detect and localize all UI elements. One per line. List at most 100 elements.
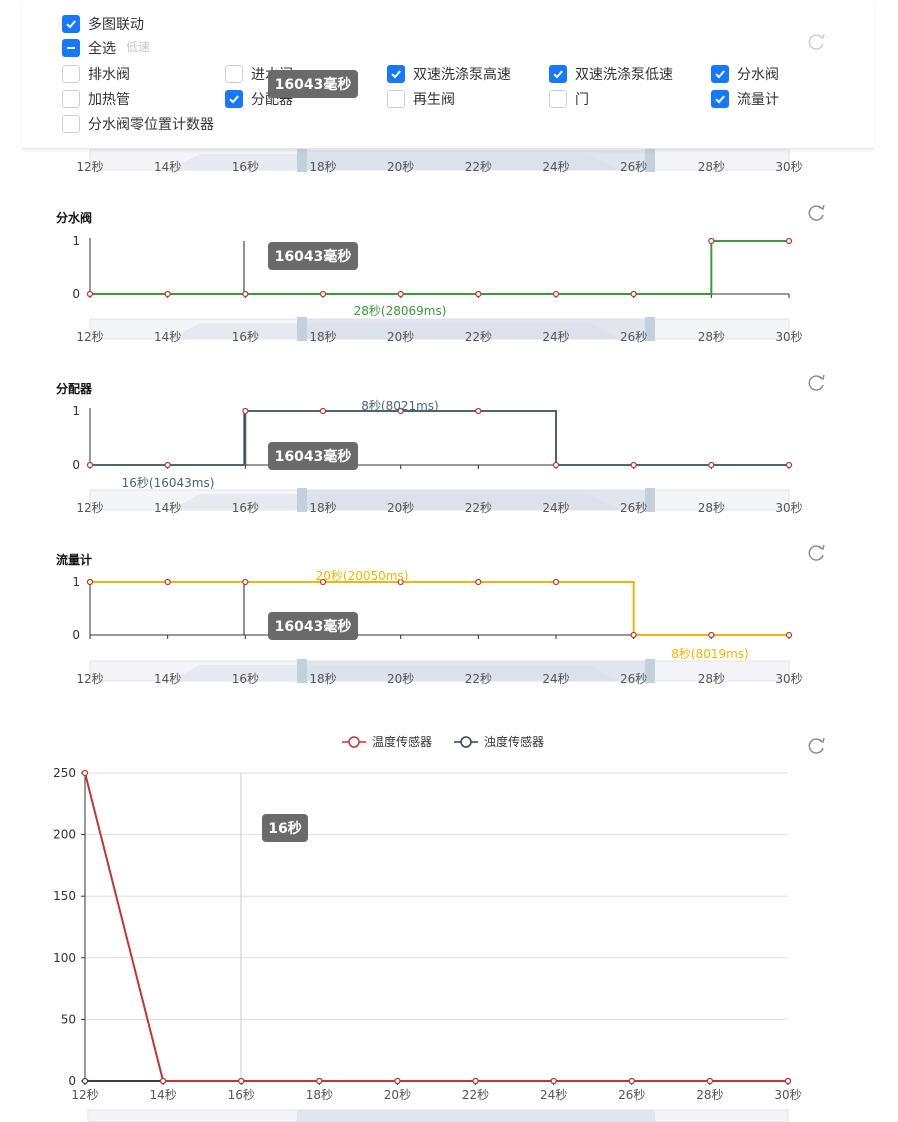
data-point <box>86 578 94 586</box>
x-tick-label: 16秒 <box>228 1088 255 1102</box>
refresh-icon[interactable] <box>808 374 825 391</box>
refresh-icon[interactable] <box>806 32 826 52</box>
x-tick-label: 12秒 <box>76 330 103 344</box>
filter-checkbox[interactable]: 加热管 <box>62 89 130 109</box>
x-tick-label: 12秒 <box>71 1088 98 1102</box>
data-point <box>319 407 327 415</box>
filter-checkbox[interactable]: 排水阀 <box>62 64 130 84</box>
x-tick-label: 30秒 <box>774 1088 801 1102</box>
annotation-label: 8秒(8021ms) <box>361 399 438 413</box>
filter-checkbox-label: 流量计 <box>737 92 779 108</box>
x-tick-label: 24秒 <box>542 330 569 344</box>
x-tick-label: 20秒 <box>384 1088 411 1102</box>
series-line <box>90 410 789 466</box>
data-point <box>630 631 637 639</box>
cursor-tooltip: 16043毫秒 <box>268 70 358 98</box>
filter-checkbox-label: 门 <box>575 92 589 108</box>
filter-checkbox[interactable]: 双速洗涤泵低速 <box>549 64 673 84</box>
filter-checkbox[interactable]: 分水阀零位置计数器 <box>62 114 214 134</box>
x-tick-label: 26秒 <box>620 160 647 174</box>
legend-item[interactable]: 温度传感器 <box>342 734 432 749</box>
series-line <box>84 772 788 1082</box>
x-tick-label: 12秒 <box>76 501 103 515</box>
x-tick-label: 14秒 <box>154 501 181 515</box>
y-tick-label: 0 <box>68 1074 76 1088</box>
checkbox-unchecked-icon <box>225 65 243 83</box>
zoom-slider-handle-left[interactable] <box>297 488 307 512</box>
zoom-slider-handle-left[interactable] <box>297 317 307 341</box>
x-tick-label: 18秒 <box>309 330 336 344</box>
filter-checkbox[interactable]: 再生阀 <box>387 89 455 109</box>
x-tick-label: 30秒 <box>775 501 802 515</box>
data-point <box>81 769 89 777</box>
x-tick-label: 24秒 <box>542 501 569 515</box>
link-charts-label: 多图联动 <box>88 17 144 33</box>
zoom-slider-window <box>297 1110 655 1122</box>
y-tick-label: 0 <box>72 287 80 301</box>
refresh-icon[interactable] <box>808 737 825 754</box>
x-tick-label: 20秒 <box>387 330 414 344</box>
filter-checkbox[interactable]: 门 <box>549 89 589 109</box>
link-charts-checkbox[interactable]: 多图联动 <box>62 14 144 34</box>
filter-checkbox-label: 分水阀 <box>737 67 779 83</box>
y-tick-label: 200 <box>53 828 76 842</box>
select-all-checkbox[interactable]: 全选 <box>62 38 116 58</box>
data-point <box>785 631 793 639</box>
x-tick-label: 28秒 <box>698 501 725 515</box>
x-tick-label: 22秒 <box>465 160 492 174</box>
legend-item[interactable]: 浊度传感器 <box>454 734 544 749</box>
data-point <box>316 1077 323 1085</box>
data-point <box>708 237 715 245</box>
x-tick-label: 28秒 <box>698 672 725 686</box>
legend-marker <box>348 736 360 748</box>
x-tick-label: 16秒 <box>232 672 259 686</box>
checkbox-unchecked-icon <box>62 65 80 83</box>
data-point <box>552 290 560 298</box>
data-point <box>319 290 327 298</box>
x-tick-label: 14秒 <box>154 160 181 174</box>
data-point <box>628 1077 635 1085</box>
refresh-icon[interactable] <box>808 544 825 561</box>
data-point <box>706 1077 713 1085</box>
zoom-slider-handle-left[interactable] <box>297 659 307 683</box>
y-tick-label: 50 <box>61 1012 76 1026</box>
data-point <box>160 1077 167 1085</box>
checkbox-unchecked-icon <box>549 90 567 108</box>
data-point <box>86 461 94 469</box>
data-point <box>472 1077 479 1085</box>
filter-checkbox-label: 加热管 <box>88 92 130 108</box>
y-tick-label: 1 <box>72 404 80 418</box>
data-point <box>785 237 793 245</box>
checkbox-checked-icon <box>225 90 243 108</box>
x-tick-label: 14秒 <box>154 672 181 686</box>
data-point <box>242 290 249 298</box>
checkbox-checked-icon <box>62 15 80 33</box>
filter-checkbox[interactable]: 分水阀 <box>711 64 779 84</box>
data-point <box>785 461 793 469</box>
x-tick-label: 12秒 <box>76 160 103 174</box>
filter-checkbox-label: 排水阀 <box>88 67 130 83</box>
y-tick-label: 250 <box>53 766 76 780</box>
refresh-icon[interactable] <box>808 204 825 221</box>
cursor-tooltip-label: 16秒 <box>268 820 301 837</box>
checkbox-indeterminate-icon <box>62 39 80 57</box>
data-point <box>394 1077 401 1085</box>
x-tick-label: 18秒 <box>309 672 336 686</box>
data-point <box>164 578 171 586</box>
filter-checkbox[interactable]: 流量计 <box>711 89 779 109</box>
checkbox-unchecked-icon <box>387 90 405 108</box>
data-point <box>552 578 560 586</box>
x-tick-label: 24秒 <box>542 672 569 686</box>
x-tick-label: 20秒 <box>387 160 414 174</box>
data-point <box>708 461 715 469</box>
data-point <box>552 461 560 469</box>
x-tick-label: 28秒 <box>698 160 725 174</box>
annotation-label: 8秒(8019ms) <box>671 647 748 661</box>
filter-checkbox[interactable]: 双速洗涤泵高速 <box>387 64 511 84</box>
annotation-label: 16秒(16043ms) <box>122 476 215 490</box>
x-tick-label: 20秒 <box>387 672 414 686</box>
data-point <box>475 578 482 586</box>
y-tick-label: 100 <box>53 951 76 965</box>
filter-checkbox-label: 双速洗涤泵高速 <box>413 67 511 83</box>
zoom-slider-handle-left[interactable] <box>297 148 307 172</box>
